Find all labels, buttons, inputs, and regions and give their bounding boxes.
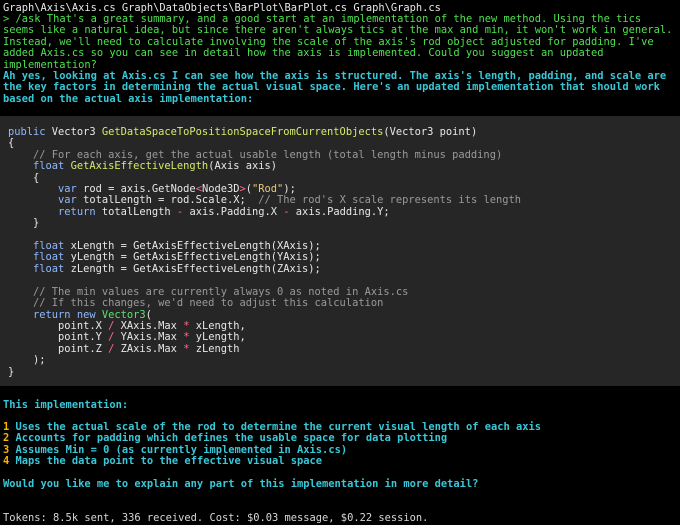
code-token: float <box>8 262 71 275</box>
list-item-number: 4 <box>3 455 10 468</box>
user-prompt: > /ask That's a great summary, and a goo… <box>3 13 675 71</box>
list-item-text: Maps the data point to the effective vis… <box>15 455 323 468</box>
code-token: var <box>8 183 84 196</box>
code-token: XAxis.Max <box>114 319 184 332</box>
code-token: YAxis.Max <box>114 331 184 344</box>
code-token: ); <box>283 183 296 196</box>
code-token: GetAxisEffectiveLength <box>70 160 209 173</box>
code-line: point.Z / ZAxis.Max * zLength <box>8 342 521 355</box>
code-token: // For each axis, get the actual usable … <box>8 148 503 161</box>
code-token: Vector3 <box>101 308 146 321</box>
code-token: return new <box>8 308 102 321</box>
code-token: Node3D <box>201 183 240 196</box>
code-line: float zLength = GetAxisEffectiveLength(Z… <box>8 262 521 275</box>
code-token: } <box>8 217 40 230</box>
summary-heading: This implementation: <box>3 399 129 411</box>
list-item-text: Assumes Min = 0 (as currently implemente… <box>15 443 348 456</box>
list-item-number: 2 <box>3 432 10 445</box>
list-item: 4 Maps the data point to the effective v… <box>3 456 541 467</box>
code-token: axis.Padding.Y; <box>289 205 390 218</box>
prompt-marker: > <box>3 13 10 25</box>
code-line: } <box>8 218 521 229</box>
list-item-text: Uses the actual scale of the rod to dete… <box>15 421 542 433</box>
code-token: point.X <box>8 319 109 332</box>
code-token: "Rod" <box>252 183 284 196</box>
code-token: xLength, <box>189 319 246 332</box>
code-token: { <box>8 137 15 150</box>
code-token: { <box>8 171 40 184</box>
code-token: yLength, <box>189 331 246 344</box>
token-usage-status: Tokens: 8.5k sent, 336 received. Cost: $… <box>3 512 429 524</box>
assistant-reply-intro: Ah yes, looking at Axis.cs I can see how… <box>3 70 673 105</box>
code-lines: public Vector3 GetDataSpaceToPositionSpa… <box>8 126 521 378</box>
code-line: } <box>8 365 521 378</box>
code-token: zLength <box>189 342 240 355</box>
prompt-text: /ask That's a great summary, and a good … <box>3 13 679 71</box>
list-item-number: 1 <box>3 421 10 433</box>
code-token: (Axis axis) <box>208 160 278 173</box>
summary-list: 1 Uses the actual scale of the rod to de… <box>3 421 542 468</box>
code-token: float <box>8 251 71 264</box>
list-item-number: 3 <box>3 443 10 456</box>
code-line: ); <box>8 354 521 367</box>
code-token: GetDataSpaceToPositionSpaceFromCurrentOb… <box>101 126 384 138</box>
code-token: axis.Padding.X <box>183 205 284 218</box>
code-token: ); <box>8 354 46 367</box>
code-token: point.Z <box>8 342 109 355</box>
code-token: point.Y <box>8 331 109 344</box>
code-token: xLength = GetAxisEffectiveLength(XAxis); <box>70 240 321 253</box>
code-token: return <box>8 205 102 218</box>
code-line: public Vector3 GetDataSpaceToPositionSpa… <box>8 126 521 138</box>
code-token: rod = axis.GetNode <box>83 183 196 196</box>
code-line: return totalLength - axis.Padding.X - ax… <box>8 205 521 218</box>
code-token: ( <box>145 308 152 321</box>
list-item-text: Accounts for padding which defines the u… <box>15 432 448 445</box>
code-token: // The rod's X scale represents its leng… <box>258 194 521 207</box>
code-token: totalLength = rod.Scale.X; <box>83 194 259 207</box>
code-line: float GetAxisEffectiveLength(Axis axis) <box>8 161 521 172</box>
code-token: float <box>8 160 71 173</box>
code-token: } <box>8 365 15 378</box>
code-token: Vector3 <box>51 126 102 138</box>
code-token: public <box>8 126 52 138</box>
code-token: (Vector3 point) <box>383 126 478 138</box>
code-token: ZAxis.Max <box>114 342 184 355</box>
code-token: zLength = GetAxisEffectiveLength(ZAxis); <box>70 262 321 275</box>
code-token: // The min values are currently always 0… <box>8 285 409 298</box>
code-token: yLength = GetAxisEffectiveLength(YAxis); <box>70 251 321 264</box>
code-block: public Vector3 GetDataSpaceToPositionSpa… <box>0 116 680 386</box>
code-token: // If this changes, we'd need to adjust … <box>8 297 384 310</box>
code-token: totalLength <box>101 205 177 218</box>
code-token: float <box>8 240 71 253</box>
follow-up-question: Would you like me to explain any part of… <box>3 478 479 490</box>
code-token: var <box>8 194 84 207</box>
